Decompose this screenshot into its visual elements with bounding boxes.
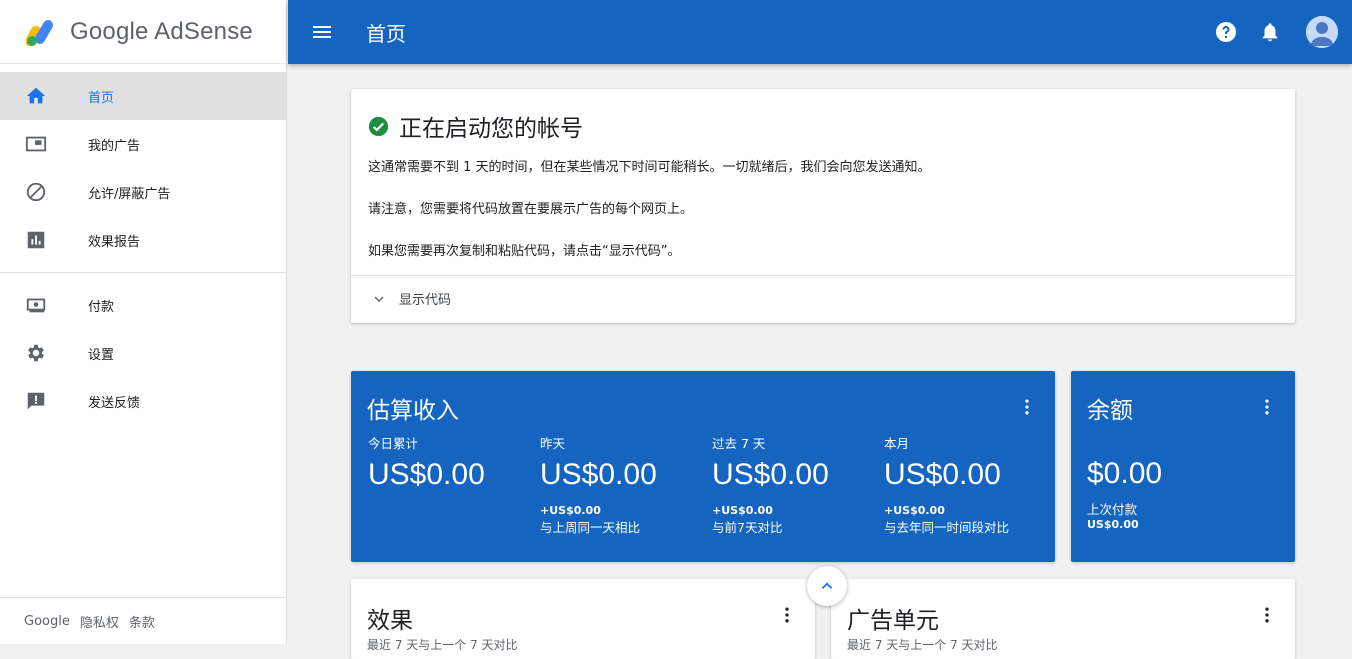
sidebar-item-payments[interactable]: 付款 <box>0 281 286 329</box>
sidebar-item-settings[interactable]: 设置 <box>0 329 286 377</box>
performance-period-dropdown[interactable]: 最近 7 天与上一个 7 天对比 <box>367 636 518 653</box>
performance-title: 效果 <box>367 608 413 634</box>
balance-card: 余额 $0.00 上次付款 US$0.00 <box>1071 371 1295 562</box>
sidebar-item-my-ads[interactable]: 我的广告 <box>0 120 286 168</box>
page-title: 首页 <box>366 21 406 46</box>
metric-label: 过去 7 天 <box>712 436 766 451</box>
last-payment-value: US$0.00 <box>1087 518 1139 531</box>
home-icon <box>24 84 48 108</box>
footer-google-link[interactable]: Google <box>24 614 70 629</box>
metric-value: US$0.00 <box>884 458 1001 491</box>
metric-compare: 与去年同一时间段对比 <box>884 520 1010 535</box>
estimated-earnings-card: 估算收入 今日累计 US$0.00 昨天 US$0.00 +US$0.00 与上… <box>351 371 1055 562</box>
chevron-up-icon <box>821 582 833 589</box>
metric-compare: 与上周同一天相比 <box>540 520 641 535</box>
metric-delta: +US$0.00 <box>884 504 945 517</box>
payment-icon <box>24 293 48 317</box>
sidebar-item-reports[interactable]: 效果报告 <box>0 216 286 264</box>
balance-title: 余额 <box>1087 398 1133 424</box>
sidebar-item-label: 我的广告 <box>88 138 141 154</box>
footer-terms-link[interactable]: 条款 <box>129 612 155 631</box>
metric-value: US$0.00 <box>712 458 829 491</box>
sidebar-item-label: 效果报告 <box>88 234 141 250</box>
top-app-bar: 首页 <box>288 0 1352 64</box>
metric-delta: +US$0.00 <box>540 504 601 517</box>
metric-label: 今日累计 <box>368 436 419 451</box>
metric-this-month: 本月 US$0.00 +US$0.00 与去年同一时间段对比 <box>884 433 1044 536</box>
sidebar-item-label: 首页 <box>88 90 115 106</box>
check-circle-icon <box>368 116 389 136</box>
nav-divider <box>0 272 286 273</box>
brand-logo[interactable]: Google AdSense <box>0 0 286 64</box>
sidebar-item-allow-block[interactable]: 允许/屏蔽广告 <box>0 168 286 216</box>
performance-card: 效果 最近 7 天与上一个 7 天对比 <box>351 579 815 659</box>
account-setup-card: 正在启动您的帐号 这通常需要不到 1 天的时间，但在某些情况下时间可能稍长。一切… <box>351 89 1295 323</box>
notifications-bell-icon[interactable] <box>1258 20 1282 44</box>
more-vert-icon[interactable] <box>777 605 797 625</box>
scroll-up-button[interactable] <box>807 566 847 606</box>
nav-main: 首页 我的广告 允许/屏蔽广告 效果报告 <box>0 64 286 264</box>
gear-icon <box>24 341 48 365</box>
sidebar-item-label: 设置 <box>88 347 115 363</box>
metric-yesterday: 昨天 US$0.00 +US$0.00 与上周同一天相比 <box>540 433 700 536</box>
balance-metric: $0.00 上次付款 US$0.00 <box>1087 451 1247 531</box>
footer-privacy-link[interactable]: 隐私权 <box>80 612 119 631</box>
setup-text-1: 这通常需要不到 1 天的时间，但在某些情况下时间可能稍长。一切就绪后，我们会向您… <box>368 160 931 175</box>
bar-chart-icon <box>24 228 48 252</box>
more-vert-icon[interactable] <box>1257 397 1277 417</box>
brand-name: Google AdSense <box>70 17 253 45</box>
sidebar-item-home[interactable]: 首页 <box>0 72 286 120</box>
ad-units-title: 广告单元 <box>847 608 939 634</box>
metric-compare: 与前7天对比 <box>712 520 783 535</box>
metric-label: 本月 <box>884 436 910 451</box>
ad-units-card: 广告单元 最近 7 天与上一个 7 天对比 <box>831 579 1295 659</box>
block-icon <box>24 180 48 204</box>
top-actions <box>1214 16 1338 48</box>
nav-secondary: 付款 设置 发送反馈 <box>0 281 286 425</box>
menu-icon[interactable] <box>310 20 334 44</box>
feedback-icon <box>24 389 48 413</box>
setup-header: 正在启动您的帐号 <box>351 89 1295 143</box>
earnings-title: 估算收入 <box>367 398 459 424</box>
help-icon[interactable] <box>1214 20 1238 44</box>
show-code-toggle[interactable]: 显示代码 <box>371 289 451 308</box>
ad-unit-icon <box>24 132 48 156</box>
sidebar-item-label: 允许/屏蔽广告 <box>88 186 171 202</box>
sidebar-item-label: 付款 <box>88 299 115 315</box>
more-vert-icon[interactable] <box>1257 605 1277 625</box>
metric-today: 今日累计 US$0.00 <box>368 433 528 492</box>
adsense-logo-icon <box>26 19 53 46</box>
metric-label: 昨天 <box>540 436 566 451</box>
last-payment-label: 上次付款 <box>1087 502 1138 517</box>
sidebar: Google AdSense 首页 我的广告 允许/屏蔽广告 效果报告 付款 设… <box>0 0 287 644</box>
ad-units-period-dropdown[interactable]: 最近 7 天与上一个 7 天对比 <box>847 636 998 653</box>
metric-delta: +US$0.00 <box>712 504 773 517</box>
metric-last-7-days: 过去 7 天 US$0.00 +US$0.00 与前7天对比 <box>712 433 872 536</box>
sidebar-item-feedback[interactable]: 发送反馈 <box>0 377 286 425</box>
setup-text-3: 如果您需要再次复制和粘贴代码，请点击“显示代码”。 <box>368 244 681 259</box>
metric-value: US$0.00 <box>540 458 657 491</box>
sidebar-item-label: 发送反馈 <box>88 395 141 411</box>
balance-value: $0.00 <box>1087 457 1163 490</box>
chevron-down-icon <box>374 296 384 302</box>
metric-value: US$0.00 <box>368 458 485 491</box>
setup-title: 正在启动您的帐号 <box>399 116 583 142</box>
avatar[interactable] <box>1306 16 1338 48</box>
sidebar-footer: Google 隐私权 条款 <box>0 597 286 644</box>
more-vert-icon[interactable] <box>1017 397 1037 417</box>
show-code-label: 显示代码 <box>399 293 452 308</box>
setup-divider <box>351 275 1295 276</box>
setup-text-2: 请注意，您需要将代码放置在要展示广告的每个网页上。 <box>368 202 694 217</box>
